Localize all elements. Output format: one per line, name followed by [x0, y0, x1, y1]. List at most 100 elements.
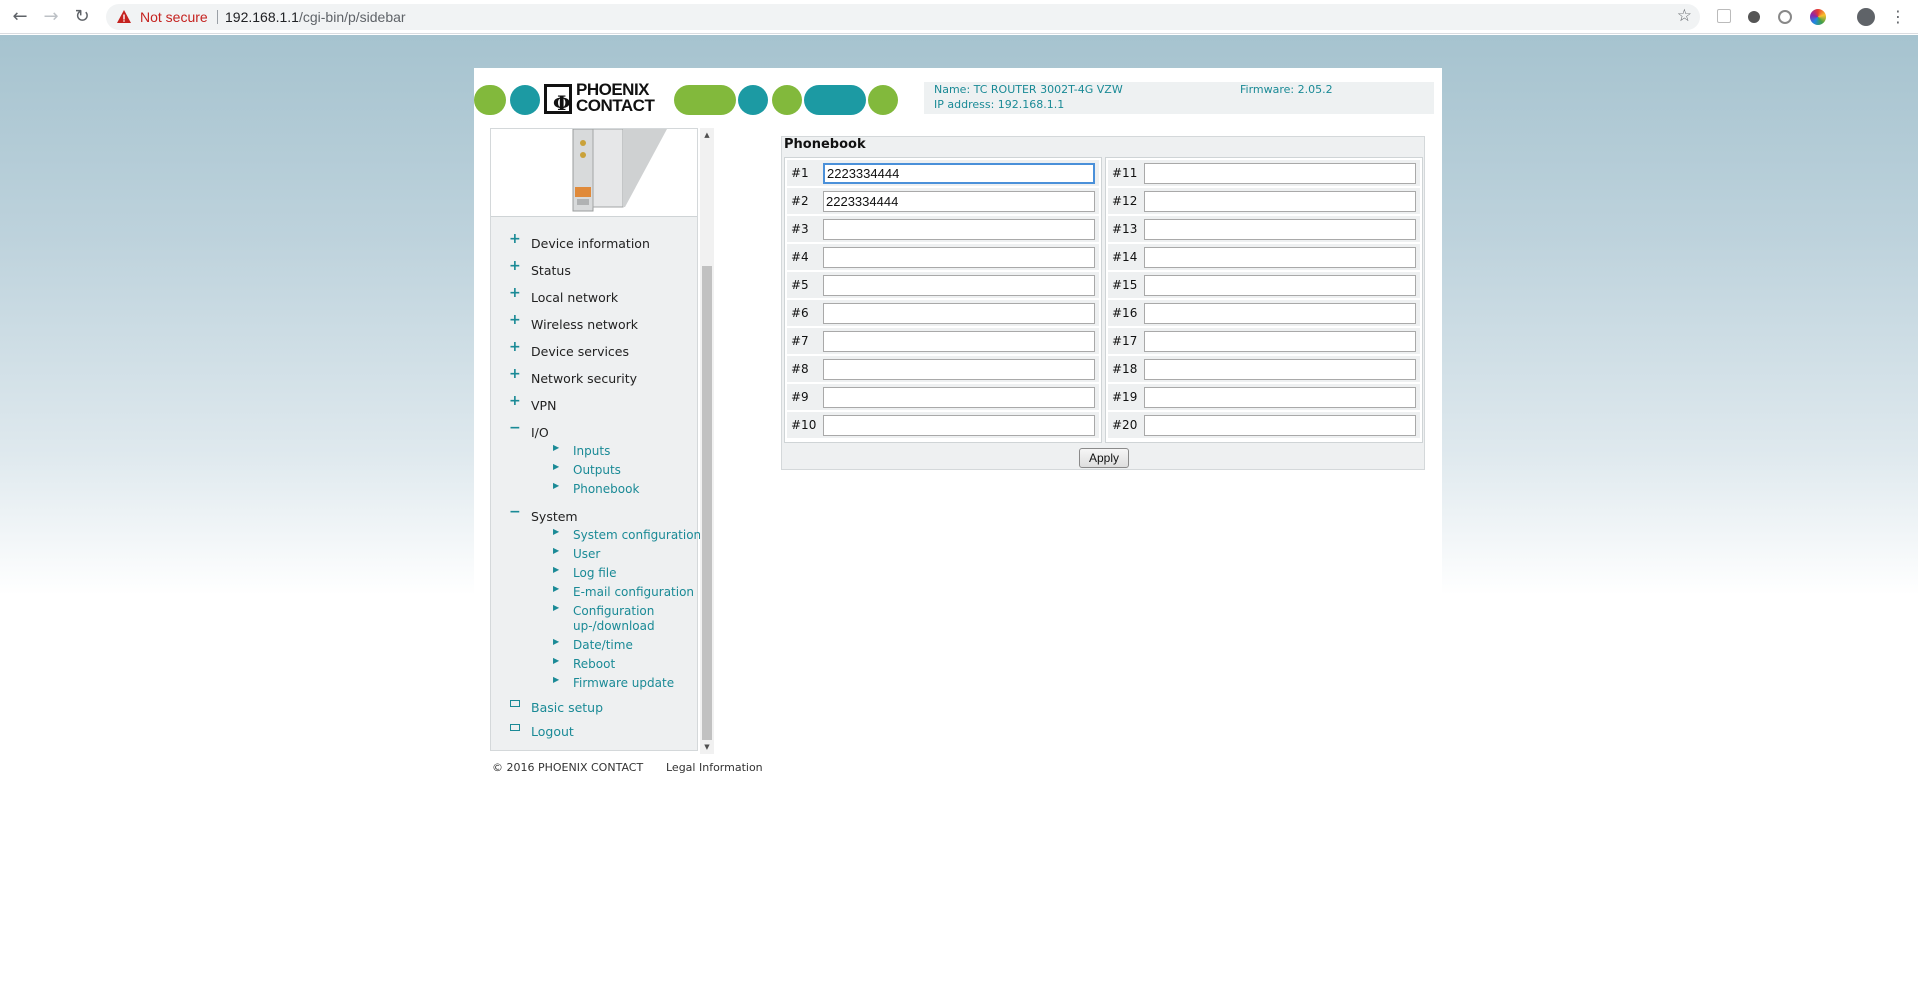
- logo-shape: [804, 85, 866, 115]
- bookmark-star-icon[interactable]: ☆: [1677, 6, 1692, 26]
- arrow-right-icon: ▶: [553, 481, 560, 490]
- arrow-right-icon: ▶: [553, 565, 560, 574]
- expand-plus-icon[interactable]: +: [509, 232, 521, 246]
- phonebook-entry-input[interactable]: [1144, 359, 1416, 380]
- entry-number: #2: [791, 194, 809, 208]
- apply-bar: Apply: [782, 445, 1424, 469]
- security-label[interactable]: Not secure: [140, 9, 208, 25]
- copyright-text: © 2016 PHOENIX CONTACT: [492, 761, 644, 774]
- sidebar-item-label[interactable]: Logout: [531, 724, 574, 739]
- color-picker-icon[interactable]: [1810, 9, 1826, 25]
- sidebar-subitem-label[interactable]: Firmware update: [573, 676, 674, 691]
- address-bar[interactable]: Not secure 192.168.1.1/cgi-bin/p/sidebar…: [106, 4, 1700, 30]
- expand-plus-icon[interactable]: +: [509, 286, 521, 300]
- phonebook-entry-input[interactable]: [1144, 163, 1416, 184]
- entry-number: #18: [1112, 362, 1138, 376]
- entry-number: #12: [1112, 194, 1138, 208]
- phonebook-entry-input[interactable]: [823, 303, 1095, 324]
- phonebook-entry-input[interactable]: [823, 415, 1095, 436]
- phonebook-row: #19: [1108, 384, 1420, 410]
- phonebook-entry-input[interactable]: [1144, 331, 1416, 352]
- sidebar-item-label: Status: [531, 263, 571, 278]
- apply-button[interactable]: Apply: [1079, 448, 1129, 468]
- entry-number: #10: [791, 418, 817, 432]
- expand-plus-icon[interactable]: +: [509, 340, 521, 354]
- device-info-bar: Name: TC ROUTER 3002T-4G VZW IP address:…: [924, 82, 1434, 114]
- sidebar-subitem-label[interactable]: Phonebook: [573, 482, 639, 497]
- phonebook-row: #15: [1108, 272, 1420, 298]
- account-icon[interactable]: [1857, 8, 1875, 26]
- entry-number: #11: [1112, 166, 1138, 180]
- scroll-up-arrow-icon[interactable]: ▲: [700, 128, 714, 142]
- sidebar-subitem-label[interactable]: Date/time: [573, 638, 633, 653]
- entry-number: #4: [791, 250, 809, 264]
- phonebook-entry-input[interactable]: [823, 387, 1095, 408]
- sidebar: + Device information + Status + Local ne…: [490, 128, 701, 751]
- phonebook-entry-input[interactable]: [1144, 219, 1416, 240]
- phonebook-panel: Phonebook #1 #2 #3 #4 #5: [781, 136, 1425, 470]
- arrow-right-icon: ▶: [553, 584, 560, 593]
- reload-icon[interactable]: ↻: [70, 5, 94, 29]
- logo-shape: [510, 85, 540, 115]
- expand-plus-icon[interactable]: +: [509, 394, 521, 408]
- forward-icon[interactable]: →: [39, 5, 63, 29]
- phonebook-column-right: #11 #12 #13 #14 #15 #16 #17 #18 #19 #20: [1105, 157, 1423, 443]
- entry-number: #6: [791, 306, 809, 320]
- entry-number: #1: [791, 166, 809, 180]
- logo-shape: [772, 85, 802, 115]
- scroll-thumb[interactable]: [702, 266, 712, 740]
- extension-circle-icon[interactable]: [1748, 11, 1760, 23]
- collapse-minus-icon[interactable]: −: [509, 421, 521, 435]
- logo-shape: [868, 85, 898, 115]
- phonebook-entry-input[interactable]: [1144, 191, 1416, 212]
- sidebar-subitem-label[interactable]: E-mail configuration: [573, 585, 694, 600]
- browser-toolbar: ← → ↻ Not secure 192.168.1.1/cgi-bin/p/s…: [0, 0, 1918, 34]
- phonebook-row: #9: [787, 384, 1099, 410]
- phonebook-entry-input[interactable]: [823, 359, 1095, 380]
- ip-address: IP address: 192.168.1.1: [934, 98, 1065, 111]
- phonebook-entry-input[interactable]: [1144, 247, 1416, 268]
- expand-plus-icon[interactable]: +: [509, 313, 521, 327]
- expand-plus-icon[interactable]: +: [509, 259, 521, 273]
- sidebar-subitem-label[interactable]: Log file: [573, 566, 617, 581]
- phonebook-entry-input[interactable]: [1144, 415, 1416, 436]
- arrow-right-icon: ▶: [553, 546, 560, 555]
- legal-information-link[interactable]: Legal Information: [666, 761, 763, 774]
- phoenix-contact-logo: Φ PHOENIX CONTACT: [544, 81, 672, 116]
- phonebook-entry-input[interactable]: [1144, 387, 1416, 408]
- scroll-down-arrow-icon[interactable]: ▼: [700, 740, 714, 754]
- sidebar-subitem-label[interactable]: Configuration up-/download: [573, 604, 673, 634]
- panel-title: Phonebook: [784, 137, 866, 152]
- phonebook-entry-input[interactable]: [823, 163, 1095, 184]
- sidebar-subitem-label[interactable]: System configuration: [573, 528, 701, 543]
- extension-icon[interactable]: [1717, 9, 1731, 23]
- url-host: 192.168.1.1: [225, 9, 299, 25]
- sidebar-subitem-label[interactable]: Outputs: [573, 463, 621, 478]
- sidebar-subitem-label[interactable]: Inputs: [573, 444, 610, 459]
- sidebar-scrollbar[interactable]: ▲ ▼: [700, 128, 714, 754]
- sidebar-subitem-label[interactable]: User: [573, 547, 600, 562]
- entry-number: #14: [1112, 250, 1138, 264]
- sidebar-item-label: Network security: [531, 371, 638, 386]
- back-icon[interactable]: ←: [8, 5, 32, 29]
- phonebook-entry-input[interactable]: [823, 191, 1095, 212]
- sidebar-item-label[interactable]: Basic setup: [531, 700, 603, 715]
- sidebar-subitem-label[interactable]: Reboot: [573, 657, 615, 672]
- phonebook-entry-input[interactable]: [1144, 303, 1416, 324]
- url-text[interactable]: 192.168.1.1/cgi-bin/p/sidebar: [225, 9, 406, 25]
- url-path: /cgi-bin/p/sidebar: [298, 9, 406, 25]
- entry-number: #13: [1112, 222, 1138, 236]
- phonebook-entry-input[interactable]: [823, 275, 1095, 296]
- extension-clock-icon[interactable]: [1778, 10, 1792, 24]
- arrow-right-icon: ▶: [553, 603, 560, 612]
- expand-plus-icon[interactable]: +: [509, 367, 521, 381]
- phonebook-entry-input[interactable]: [823, 219, 1095, 240]
- warning-icon: [117, 10, 131, 23]
- menu-icon[interactable]: ⋮: [1886, 5, 1910, 29]
- phonebook-entry-input[interactable]: [823, 331, 1095, 352]
- phonebook-entry-input[interactable]: [823, 247, 1095, 268]
- phonebook-row: #11: [1108, 160, 1420, 186]
- logo-shape: [474, 85, 506, 115]
- collapse-minus-icon[interactable]: −: [509, 505, 521, 519]
- phonebook-entry-input[interactable]: [1144, 275, 1416, 296]
